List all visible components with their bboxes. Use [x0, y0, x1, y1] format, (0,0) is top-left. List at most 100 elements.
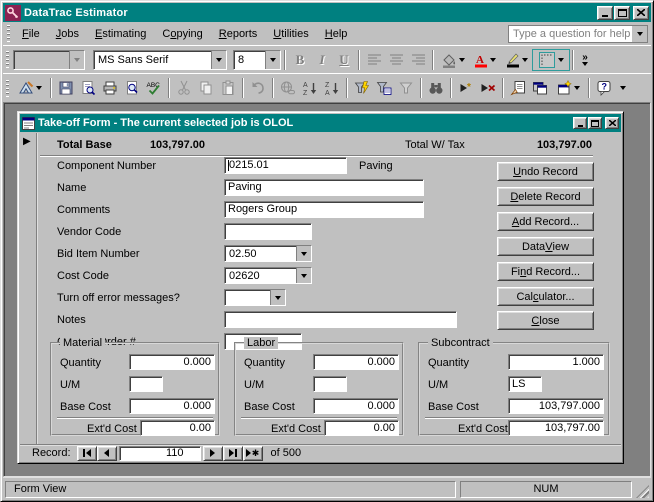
labor-ext-cost-input[interactable]: 0.00 [324, 420, 399, 436]
undo-button [247, 78, 269, 98]
chevron-down-icon[interactable] [490, 57, 496, 62]
name-input[interactable]: Paving [224, 179, 424, 196]
menu-copying[interactable]: Copying [154, 25, 210, 43]
find-button[interactable] [425, 78, 447, 98]
notes-input[interactable] [224, 311, 457, 328]
takeoff-minimize-button[interactable] [573, 117, 587, 129]
properties-button[interactable] [507, 78, 529, 98]
vendor-code-input[interactable] [224, 223, 312, 240]
cost-code-dropdown[interactable] [296, 268, 311, 283]
font-size-combo[interactable]: 8 [233, 49, 281, 70]
print-button[interactable] [99, 78, 121, 98]
record-number-input[interactable]: 110 [118, 445, 201, 461]
record-selector-bar[interactable]: ▶ [20, 133, 37, 444]
material-quantity-input[interactable]: 0.000 [129, 354, 215, 370]
filter-by-selection-button[interactable] [351, 78, 373, 98]
close-form-button[interactable]: Close [497, 311, 594, 330]
material-base-cost-input[interactable]: 0.000 [129, 398, 215, 414]
takeoff-maximize-button[interactable] [588, 117, 602, 129]
font-color-button[interactable]: A [469, 50, 501, 70]
labor-quantity-input[interactable]: 0.000 [313, 354, 399, 370]
line-color-button[interactable] [501, 50, 533, 70]
menu-utilities[interactable]: Utilities [265, 25, 316, 43]
minimize-button[interactable] [597, 5, 613, 20]
database-window-button[interactable] [529, 78, 551, 98]
bid-item-number-combo[interactable]: 02.50 [224, 245, 312, 262]
base-cost-label: Base Cost [428, 401, 479, 413]
new-record-nav-button[interactable]: ✱ [242, 445, 263, 461]
find-record-button[interactable]: Fi n d Record... [497, 262, 594, 281]
undo-record-button[interactable]: Undo Record [497, 162, 594, 181]
view-button[interactable] [13, 78, 47, 98]
component-number-input[interactable]: 0215.01 [224, 157, 347, 174]
subcontract-ext-cost-input[interactable]: 103,797.00 [508, 420, 604, 436]
next-record-button[interactable] [202, 445, 223, 461]
menu-estimating[interactable]: Estimating [87, 25, 154, 43]
subcontract-um-input[interactable]: LS [508, 376, 542, 392]
bid-item-dropdown[interactable] [296, 246, 311, 261]
sort-ascending-button[interactable]: AZ [299, 78, 321, 98]
error-messages-dropdown[interactable] [270, 290, 285, 305]
filter-by-form-button[interactable] [373, 78, 395, 98]
fill-color-button[interactable] [437, 50, 469, 70]
chevron-down-icon [620, 86, 626, 90]
spelling-button[interactable]: ABC [143, 78, 165, 98]
toolbar-separator [572, 49, 574, 70]
first-record-button[interactable] [76, 445, 97, 461]
close-button[interactable] [633, 5, 649, 20]
svg-text:?: ? [602, 82, 608, 92]
print-preview-button[interactable] [121, 78, 143, 98]
menu-grip[interactable] [7, 25, 10, 42]
chevron-down-icon[interactable] [522, 57, 528, 62]
menu-jobs[interactable]: Jobs [48, 25, 87, 43]
toolbar-grip[interactable] [6, 51, 9, 68]
new-record-button[interactable]: * [455, 78, 477, 98]
labor-group-title: Labor [244, 337, 279, 349]
last-record-button[interactable] [222, 445, 243, 461]
labor-um-input[interactable] [313, 376, 347, 392]
new-object-button[interactable] [551, 78, 585, 98]
chevron-down-icon[interactable] [558, 57, 564, 62]
font-name-dropdown[interactable] [211, 50, 226, 69]
delete-record-button[interactable]: Delete Record [497, 187, 594, 206]
sort-descending-button[interactable]: ZA [321, 78, 343, 98]
toolbar-overflow-button[interactable]: » [577, 49, 593, 71]
font-name-combo[interactable]: MS Sans Serif [93, 49, 227, 70]
resize-grip[interactable] [636, 485, 649, 498]
toolbar-grip[interactable] [6, 79, 9, 97]
material-ext-cost-input[interactable]: 0.00 [140, 420, 215, 436]
toolbar-options-button[interactable] [615, 77, 631, 99]
menu-reports[interactable]: Reports [211, 25, 266, 43]
turn-off-error-messages-combo[interactable] [224, 289, 286, 306]
delete-record-button[interactable] [477, 78, 499, 98]
calculator-button[interactable]: Cal c ulator... [497, 287, 594, 306]
menu-help[interactable]: Help [317, 25, 356, 43]
previous-record-button[interactable] [96, 445, 117, 461]
svg-text:A: A [476, 54, 484, 66]
um-label: U/M [428, 379, 449, 391]
help-search-box[interactable]: Type a question for help [508, 24, 648, 43]
chevron-down-icon [275, 295, 281, 300]
chevron-down-icon[interactable] [36, 86, 42, 90]
special-effect-button[interactable] [532, 48, 570, 71]
help-search-dropdown[interactable] [632, 25, 647, 42]
subcontract-base-cost-input[interactable]: 103,797.000 [508, 398, 604, 414]
chevron-down-icon[interactable] [459, 57, 465, 62]
save-button[interactable] [55, 78, 77, 98]
file-search-button[interactable] [77, 78, 99, 98]
filter-icon [399, 82, 413, 94]
takeoff-close-button[interactable] [605, 117, 619, 129]
toolbar-separator [358, 49, 360, 70]
labor-base-cost-input[interactable]: 0.000 [313, 398, 399, 414]
cost-code-combo[interactable]: 02620 [224, 267, 312, 284]
menu-file[interactable]: File [14, 25, 48, 43]
data-view-button[interactable]: Data View [497, 237, 594, 256]
maximize-button[interactable] [614, 5, 630, 20]
comments-input[interactable]: Rogers Group [224, 201, 424, 218]
material-um-input[interactable] [129, 376, 163, 392]
add-record-button[interactable]: Add Record... [497, 212, 594, 231]
font-size-dropdown[interactable] [265, 50, 280, 69]
help-button[interactable]: ? [593, 78, 615, 98]
subcontract-quantity-input[interactable]: 1.000 [508, 354, 604, 370]
chevron-down-icon[interactable] [574, 86, 580, 90]
